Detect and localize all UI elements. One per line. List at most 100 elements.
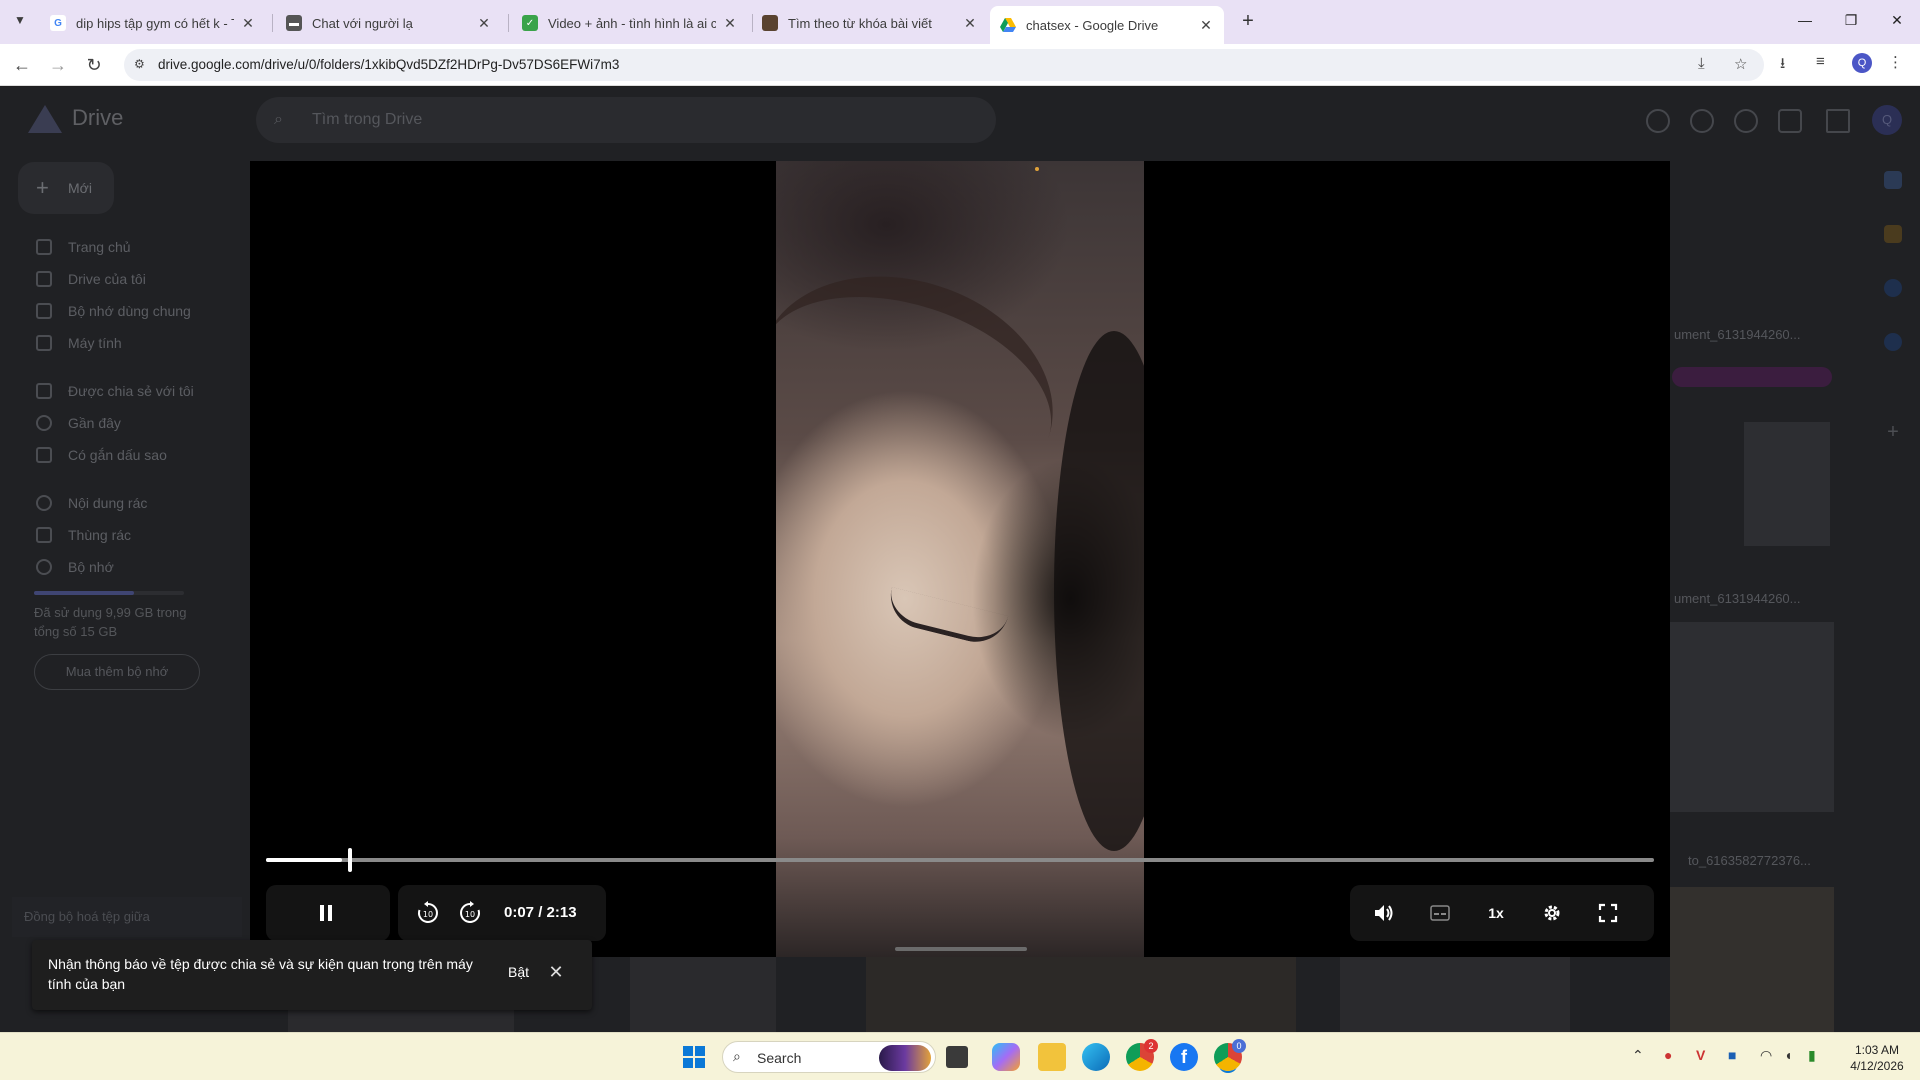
browser-profile-avatar[interactable]: Q (1852, 53, 1872, 73)
browser-tab-1[interactable]: G dip hips tập gym có hết k - Tìm ✕ (40, 6, 266, 40)
sidebar-item-storage[interactable]: Bộ nhớ (36, 556, 114, 578)
new-tab-button[interactable]: + (1234, 8, 1262, 36)
chrome-menu-icon[interactable]: ⋮ (1888, 53, 1903, 71)
taskbar-clock[interactable]: 1:03 AM 4/12/2026 (1842, 1042, 1912, 1074)
tray-vietkey-icon[interactable]: V (1696, 1047, 1705, 1063)
back-arrow-icon[interactable]: ← (8, 51, 36, 79)
browser-tab-4[interactable]: Tìm theo từ khóa bài viết ✕ (752, 6, 988, 40)
help-icon[interactable] (1690, 109, 1714, 133)
tray-app-icon[interactable]: ● (1664, 1047, 1672, 1063)
contacts-icon[interactable] (1884, 333, 1902, 351)
tray-chevron-icon[interactable]: ⌃ (1632, 1047, 1644, 1064)
add-ons-plus-icon[interactable]: + (1884, 422, 1902, 442)
battery-icon[interactable]: ▮ (1808, 1047, 1816, 1064)
chrome-icon[interactable]: 2 (1126, 1039, 1158, 1071)
keep-icon[interactable] (1884, 225, 1902, 243)
url-text[interactable]: drive.google.com/drive/u/0/folders/1xkib… (158, 57, 619, 72)
close-icon[interactable]: ✕ (1198, 17, 1214, 34)
chrome-active-icon[interactable]: 0 (1214, 1039, 1246, 1071)
offline-status-icon[interactable] (1646, 109, 1670, 133)
tab-separator (272, 14, 273, 32)
taskbar-search-label: Search (757, 1050, 802, 1066)
sidebar-item-label: Bộ nhớ (68, 559, 114, 575)
sidebar-item-trash[interactable]: Thùng rác (36, 524, 131, 546)
drive-logo[interactable]: Drive (28, 103, 123, 133)
wifi-icon[interactable]: ◠ (1760, 1047, 1772, 1064)
task-view-icon[interactable] (946, 1046, 968, 1068)
edge-icon[interactable] (1082, 1043, 1110, 1071)
file-thumbnail[interactable] (1744, 422, 1830, 546)
minimize-icon[interactable]: — (1782, 6, 1828, 34)
address-bar[interactable]: ⚙ drive.google.com/drive/u/0/folders/1xk… (124, 49, 1764, 81)
close-icon[interactable]: ✕ (962, 15, 978, 32)
file-name[interactable]: ument_6131944260... (1674, 327, 1801, 342)
close-icon[interactable]: ✕ (240, 15, 256, 32)
sidebar-item-my-drive[interactable]: Drive của tôi (36, 268, 146, 290)
close-icon[interactable]: ✕ (544, 960, 568, 984)
sidebar-item-shared-with-me[interactable]: Được chia sẻ với tôi (36, 380, 194, 402)
sidebar-item-recent[interactable]: Gần đây (36, 412, 121, 434)
restore-icon[interactable]: ❐ (1828, 6, 1874, 34)
forward-10-icon[interactable]: 10 (456, 899, 484, 927)
browser-tab-5-active[interactable]: chatsex - Google Drive ✕ (990, 6, 1224, 44)
settings-icon[interactable] (1734, 109, 1758, 133)
captions-icon[interactable] (1426, 899, 1454, 927)
gemini-icon[interactable] (1778, 109, 1802, 133)
new-button[interactable]: + Mới (18, 162, 114, 214)
seek-controls-pill: 10 10 0:07 / 2:13 (398, 885, 606, 941)
seek-bar[interactable] (266, 848, 1654, 872)
pause-icon[interactable] (312, 901, 340, 925)
sidebar-item-computers[interactable]: Máy tính (36, 332, 122, 354)
copilot-icon[interactable] (992, 1043, 1020, 1071)
forward-arrow-icon[interactable]: → (44, 51, 72, 79)
file-explorer-icon[interactable] (1038, 1043, 1066, 1071)
drive-account-avatar[interactable]: Q (1872, 105, 1902, 135)
close-icon[interactable]: ✕ (476, 15, 492, 32)
playback-speed-button[interactable]: 1x (1480, 899, 1512, 927)
calendar-icon[interactable] (1884, 171, 1902, 189)
sidebar-item-spam[interactable]: Nội dung rác (36, 492, 147, 514)
bookmark-star-icon[interactable]: ☆ (1734, 55, 1747, 73)
tasks-icon[interactable] (1884, 279, 1902, 297)
clock-time: 1:03 AM (1854, 1043, 1900, 1057)
speaker-icon[interactable]: ◖ (1784, 1047, 1792, 1063)
windows-start-icon[interactable] (680, 1043, 708, 1071)
notification-badge: 0 (1232, 1039, 1246, 1053)
site-info-icon[interactable]: ⚙ (134, 57, 150, 73)
video-frame[interactable] (776, 161, 1144, 957)
sidebar-item-starred[interactable]: Có gắn dấu sao (36, 444, 167, 466)
close-icon[interactable]: ✕ (722, 15, 738, 32)
browser-tab-3[interactable]: ✓ Video + ảnh - tình hình là ai có ✕ (512, 6, 748, 40)
file-name[interactable]: to_6163582772376... (1688, 853, 1811, 868)
fullscreen-icon[interactable] (1594, 899, 1622, 927)
reload-icon[interactable]: ↻ (80, 51, 108, 79)
rewind-10-icon[interactable]: 10 (414, 899, 442, 927)
drag-handle[interactable] (895, 947, 1027, 951)
install-app-icon[interactable]: ⤓ (1698, 55, 1705, 72)
settings-gear-icon[interactable] (1538, 899, 1566, 927)
facebook-icon[interactable]: f (1170, 1043, 1198, 1071)
file-name[interactable]: ument_6131944260... (1674, 591, 1801, 606)
tab-title: chatsex - Google Drive (1026, 17, 1159, 33)
tab-search-chevron-icon[interactable]: ▼ (8, 8, 32, 32)
browser-tab-2[interactable]: ▬ Chat với người lạ ✕ (276, 6, 502, 40)
taskbar-search-box[interactable]: ⌕ Search (722, 1041, 936, 1073)
media-controls-icon[interactable]: ≡ (1816, 53, 1825, 70)
sidebar-item-home[interactable]: Trang chủ (36, 236, 131, 258)
window-close-icon[interactable]: ✕ (1874, 6, 1920, 34)
file-thumbnail[interactable] (1670, 622, 1834, 812)
tray-unikey-icon[interactable]: ■ (1728, 1047, 1736, 1063)
apps-grid-icon[interactable] (1826, 109, 1850, 133)
enable-notifications-button[interactable]: Bật (508, 964, 529, 980)
computer-icon (36, 335, 52, 351)
seek-bar-thumb[interactable] (348, 848, 353, 872)
buy-storage-button[interactable]: Mua thêm bộ nhớ (34, 654, 200, 690)
current-time: 0:07 (504, 904, 535, 921)
sidebar-item-shared-drives[interactable]: Bộ nhớ dùng chung (36, 300, 191, 322)
volume-icon[interactable] (1370, 899, 1398, 927)
downloads-icon[interactable]: ⭳ (1780, 53, 1785, 78)
video-player[interactable]: 10 10 0:07 / 2:13 1x (250, 161, 1670, 957)
drive-search-input[interactable]: ⌕ Tìm trong Drive (256, 97, 996, 143)
trash-icon (36, 527, 52, 543)
clock-date: 4/12/2026 (1850, 1059, 1904, 1073)
